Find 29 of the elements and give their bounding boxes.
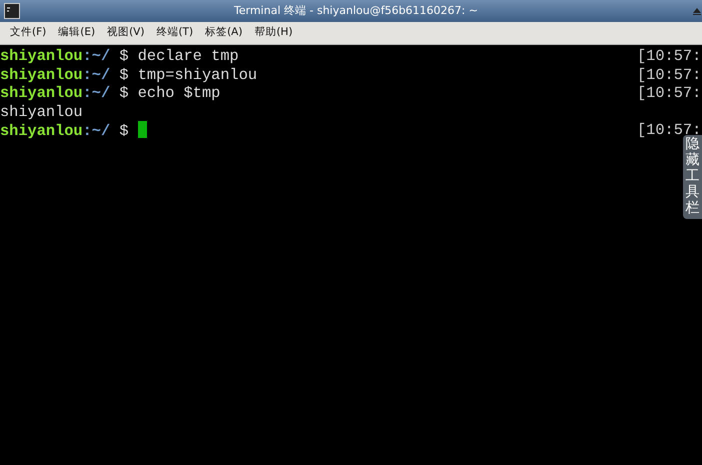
prompt-user: shiyanlou (0, 84, 83, 102)
terminal-icon[interactable] (4, 3, 20, 19)
menu-item[interactable]: 终端(T) (150, 25, 200, 41)
prompt-path: :~/ (82, 84, 110, 102)
timestamp: [10:57: (637, 66, 702, 84)
prompt-path: :~/ (82, 122, 110, 140)
prompt-user: shiyanlou (0, 122, 83, 140)
timestamp: [10:57: (637, 84, 702, 102)
menu-item[interactable]: 帮助(H) (248, 25, 299, 41)
prompt-symbol: $ (119, 84, 129, 102)
eject-icon[interactable] (692, 6, 702, 16)
command-text: declare tmp (138, 47, 239, 65)
menu-item[interactable]: 编辑(E) (52, 25, 102, 41)
command-text: echo $tmp (138, 84, 220, 102)
prompt-symbol: $ (119, 122, 129, 140)
prompt-path: :~/ (82, 47, 110, 65)
menu-item[interactable]: 文件(F) (4, 25, 52, 41)
timestamp: [10:57: (637, 47, 702, 66)
command-text: tmp=shiyanlou (138, 66, 258, 84)
prompt-symbol: $ (119, 66, 129, 84)
prompt-path: :~/ (82, 66, 110, 84)
prompt-user: shiyanlou (0, 47, 83, 65)
window-title: Terminal 终端 - shiyanlou@f56b61160267: ~ (233, 2, 479, 19)
output-text: shiyanlou (0, 102, 83, 120)
prompt-user: shiyanlou (0, 66, 83, 84)
menu-item[interactable]: 视图(V) (101, 25, 150, 41)
menu-item[interactable]: 标签(A) (199, 25, 248, 41)
hide-toolbar-tab[interactable]: 隐藏工具栏 (683, 135, 702, 220)
prompt-symbol: $ (119, 47, 129, 65)
